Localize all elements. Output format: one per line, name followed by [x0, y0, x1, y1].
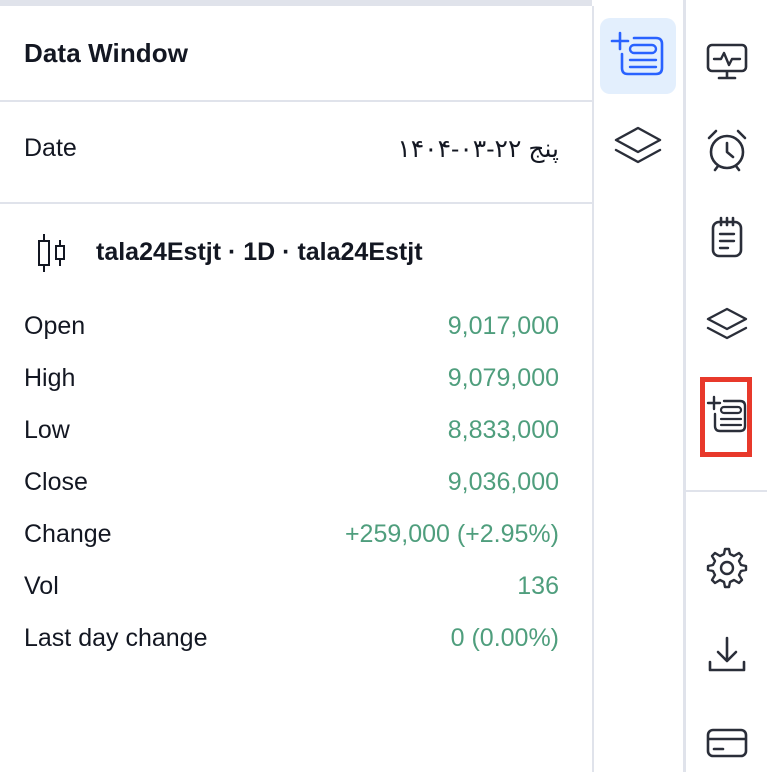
highlight-box [700, 377, 752, 457]
data-row-high: High 9,079,000 [24, 364, 559, 404]
data-row-close: Close 9,036,000 [24, 468, 559, 508]
row-label: Change [24, 520, 112, 548]
data-row-open: Open 9,017,000 [24, 312, 559, 352]
row-label: High [24, 364, 76, 392]
layers-button[interactable] [600, 108, 676, 184]
date-value: پنج ۲۲-۰۳-۱۴۰۴ [397, 135, 559, 163]
row-label: Last day change [24, 624, 208, 652]
data-row-low: Low 8,833,000 [24, 416, 559, 456]
row-value: 9,017,000 [447, 312, 559, 340]
settings-button[interactable] [686, 533, 767, 603]
card-icon [705, 726, 749, 760]
billing-button[interactable] [686, 708, 767, 772]
date-divider [0, 202, 592, 204]
symbol-row: tala24Estjt · 1D · tala24Estjt [24, 230, 564, 278]
right-sidebar [683, 0, 767, 772]
panel-title: Data Window [24, 38, 189, 68]
date-label: Date [24, 134, 77, 162]
alarm-clock-icon [705, 127, 749, 173]
row-label: Close [24, 468, 88, 496]
row-label: Open [24, 312, 86, 340]
app-root: Data Window Date پنج ۲۲-۰۳-۱۴۰۴ tala24Es… [0, 0, 767, 772]
layers-icon [612, 124, 664, 168]
notepad-icon [709, 216, 745, 260]
data-window-icon [610, 30, 666, 82]
gear-icon [706, 547, 748, 589]
data-row-change: Change +259,000 (+2.95%) [24, 520, 559, 560]
row-value: 0 (0.00%) [450, 624, 559, 652]
row-label: Low [24, 416, 70, 444]
row-value: +259,000 (+2.95%) [344, 520, 559, 548]
panel-toolbar [592, 6, 683, 772]
data-row-vol: Vol 136 [24, 572, 559, 612]
monitor-pulse-icon [705, 42, 749, 82]
data-window-button[interactable] [600, 18, 676, 94]
notes-button[interactable] [686, 203, 767, 273]
row-value: 9,079,000 [447, 364, 559, 392]
data-row-last-day-change: Last day change 0 (0.00%) [24, 624, 559, 664]
layers-button[interactable] [686, 290, 767, 360]
row-value: 8,833,000 [447, 416, 559, 444]
monitor-button[interactable] [686, 27, 767, 97]
candlestick-icon [36, 232, 68, 274]
alerts-button[interactable] [686, 115, 767, 185]
symbol-title: tala24Estjt · 1D · tala24Estjt [96, 238, 423, 266]
date-row: Date پنج ۲۲-۰۳-۱۴۰۴ [24, 130, 559, 170]
download-icon [706, 634, 748, 676]
row-value: 136 [517, 572, 559, 600]
data-window-panel: Data Window Date پنج ۲۲-۰۳-۱۴۰۴ tala24Es… [0, 6, 592, 772]
layers-icon [704, 305, 750, 345]
header-divider [0, 100, 592, 102]
sidebar-divider [686, 490, 767, 492]
row-label: Vol [24, 572, 59, 600]
row-value: 9,036,000 [447, 468, 559, 496]
download-button[interactable] [686, 620, 767, 690]
